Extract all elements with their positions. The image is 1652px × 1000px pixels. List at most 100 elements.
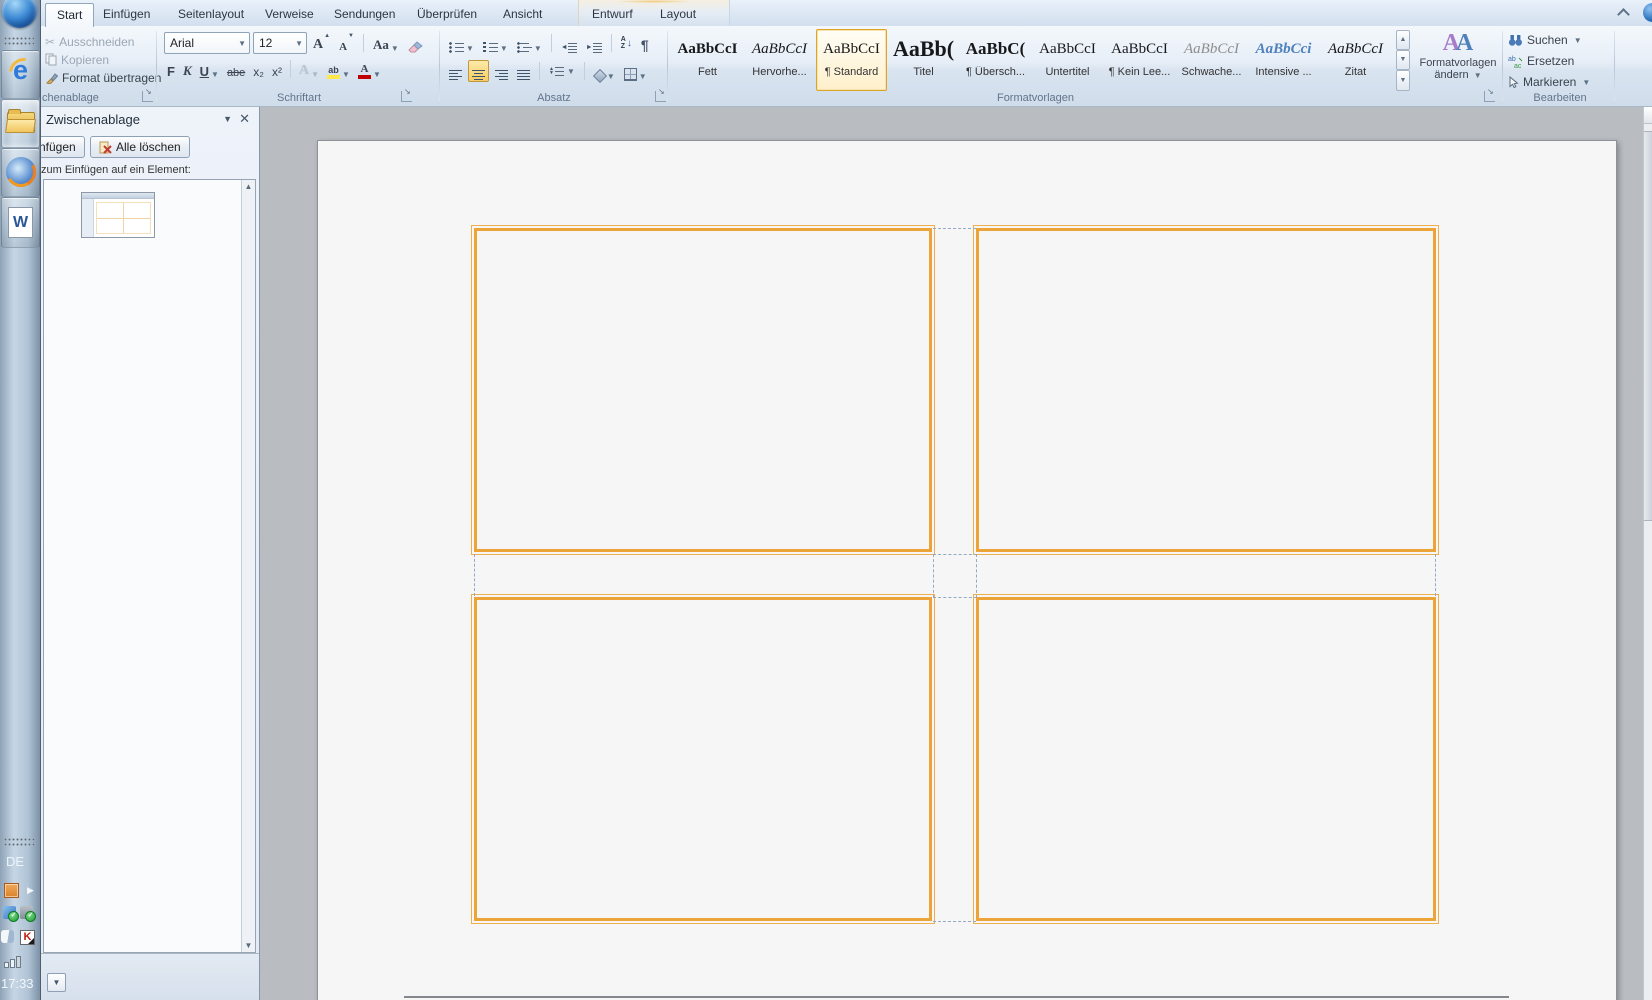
style-item-ueberschrift[interactable]: AaBbC( ¶ Übersch... — [960, 29, 1031, 91]
justify-icon — [517, 69, 530, 81]
styles-scroll-down-button[interactable]: ▼ — [1396, 50, 1410, 70]
decrease-indent-button[interactable]: ◄ — [558, 33, 580, 53]
borders-button[interactable]: ▼ — [621, 61, 650, 81]
clipboard-dialog-launcher[interactable]: ↘ — [142, 91, 153, 102]
word-taskbar-button[interactable]: W — [1, 197, 40, 248]
tab-seitenlayout[interactable]: Seitenlayout — [167, 3, 255, 26]
tab-ueberpruefen[interactable]: Überprüfen — [406, 3, 488, 26]
page-bottom-rule — [404, 996, 1509, 998]
text-effects-button[interactable]: A▼ — [296, 59, 322, 79]
align-right-button[interactable] — [492, 61, 511, 81]
label-cell-top-left[interactable] — [474, 228, 932, 552]
superscript-button[interactable]: x² — [269, 59, 285, 79]
replace-button[interactable]: abac Ersetzen — [1508, 52, 1574, 70]
show-marks-button[interactable]: ¶ — [638, 33, 652, 53]
styles-dialog-launcher[interactable]: ↘ — [1484, 91, 1495, 102]
sort-button[interactable]: AZ ↓ — [618, 33, 635, 53]
paragraph-dialog-launcher[interactable]: ↘ — [655, 91, 666, 102]
tab-verweise[interactable]: Verweise — [254, 3, 325, 26]
format-painter-button[interactable]: Format übertragen — [45, 69, 161, 86]
styles-more-button[interactable]: ▼ — [1396, 70, 1410, 91]
font-dialog-launcher[interactable]: ↘ — [401, 91, 412, 102]
underline-button[interactable]: U▼ — [197, 59, 222, 79]
cut-button[interactable]: ✂ Ausschneiden — [45, 33, 134, 50]
clipboard-item-thumbnail[interactable] — [81, 192, 155, 238]
bullets-button[interactable]: ▼ — [446, 33, 477, 53]
firefox-taskbar-button[interactable] — [1, 148, 40, 197]
scroll-up-icon[interactable]: ▲ — [242, 182, 255, 191]
tray-package-icon[interactable] — [4, 883, 19, 898]
explorer-taskbar-button[interactable] — [1, 99, 40, 148]
tray-usb-icon[interactable]: ✓ — [20, 906, 33, 919]
start-button[interactable] — [2, 0, 37, 28]
align-left-button[interactable] — [446, 61, 465, 81]
document-page[interactable] — [317, 140, 1617, 1000]
style-item-hervorhebung[interactable]: AaBbCcI Hervorhe... — [744, 29, 815, 91]
tray-sync-icon[interactable]: ✓ — [3, 906, 16, 919]
highlight-button[interactable]: ab ▼ — [324, 59, 353, 79]
ie-taskbar-button[interactable]: e — [1, 50, 40, 99]
clock[interactable]: 17:33 — [1, 976, 34, 991]
tab-ansicht[interactable]: Ansicht — [492, 3, 553, 26]
style-item-fett[interactable]: AaBbCcI Fett — [672, 29, 743, 91]
scrollbar-top-button[interactable] — [1644, 107, 1652, 124]
tray-antivirus-icon[interactable]: K — [20, 930, 35, 945]
tab-start[interactable]: Start — [45, 3, 94, 27]
bold-button[interactable]: F — [164, 59, 178, 79]
label-cell-top-right[interactable] — [976, 228, 1436, 552]
scrollbar-thumb[interactable] — [1644, 131, 1652, 521]
copy-button[interactable]: Kopieren — [45, 51, 109, 68]
label-cell-bottom-right[interactable] — [976, 597, 1436, 921]
tab-einfuegen[interactable]: Einfügen — [92, 3, 161, 26]
vertical-scrollbar[interactable] — [1643, 107, 1652, 1000]
grow-font-button[interactable]: A▲ — [310, 33, 333, 53]
label-cell-bottom-left[interactable] — [474, 597, 932, 921]
styles-scroll-up-button[interactable]: ▲ — [1396, 30, 1410, 50]
tab-sendungen[interactable]: Sendungen — [323, 3, 406, 26]
tab-entwurf[interactable]: Entwurf — [581, 3, 644, 26]
tray-expand-icon[interactable]: ▶ — [27, 885, 34, 896]
clear-all-button[interactable]: Alle löschen — [90, 136, 190, 158]
taskbar-grip[interactable] — [4, 37, 36, 46]
clipboard-group-label: chenablage — [42, 92, 157, 104]
increase-indent-button[interactable]: ► — [583, 33, 605, 53]
find-button[interactable]: Suchen ▼ — [1508, 31, 1582, 49]
style-item-kein-leerraum[interactable]: AaBbCcI ¶ Kein Lee... — [1104, 29, 1175, 91]
change-styles-button[interactable]: AA Formatvorlagen ändern ▼ — [1415, 30, 1501, 92]
shading-button[interactable]: ▼ — [591, 61, 618, 81]
align-center-button[interactable] — [468, 60, 489, 82]
shrink-font-button[interactable]: A▼ — [336, 33, 357, 53]
help-button[interactable] — [1643, 3, 1652, 22]
taskbar-grip[interactable] — [4, 838, 36, 847]
font-color-button[interactable]: A ▼ — [355, 59, 384, 79]
scroll-down-icon[interactable]: ▼ — [242, 941, 255, 950]
line-spacing-button[interactable]: ▲▼ ▼ — [546, 61, 578, 81]
clear-formatting-button[interactable] — [405, 33, 427, 53]
style-item-zitat[interactable]: AaBbCcI Zitat — [1320, 29, 1391, 91]
strikethrough-button[interactable]: abe — [224, 59, 248, 79]
tab-layout[interactable]: Layout — [649, 3, 707, 26]
network-icon[interactable] — [4, 956, 21, 968]
style-item-titel[interactable]: AaBb( Titel — [888, 29, 959, 91]
font-name-combo[interactable]: Arial▼ — [164, 32, 250, 54]
multilevel-list-button[interactable]: ▼ — [514, 33, 545, 53]
change-case-button[interactable]: Aa▼ — [370, 33, 402, 53]
style-item-intensive-hervorhebung[interactable]: AaBbCci Intensive ... — [1248, 29, 1319, 91]
justify-button[interactable] — [514, 61, 533, 81]
task-pane-menu-icon[interactable]: ▼ — [223, 114, 232, 124]
tray-app-icon[interactable] — [1, 930, 14, 943]
language-indicator[interactable]: DE — [6, 854, 24, 869]
subscript-button[interactable]: x₂ — [250, 59, 267, 79]
italic-button[interactable]: K — [180, 59, 195, 79]
style-item-standard[interactable]: AaBbCcI ¶ Standard — [816, 29, 887, 91]
options-dropdown-button[interactable]: ▼ — [47, 973, 66, 992]
task-pane-scrollbar[interactable]: ▲ ▼ — [241, 180, 255, 952]
style-item-untertitel[interactable]: AaBbCcI Untertitel — [1032, 29, 1103, 91]
select-button[interactable]: Markieren ▼ — [1508, 73, 1590, 91]
ribbon-collapse-button[interactable] — [1614, 6, 1632, 21]
numbering-button[interactable]: ▼ — [480, 33, 511, 53]
close-icon[interactable]: ✕ — [239, 111, 250, 127]
font-size-combo[interactable]: 12▼ — [253, 32, 307, 54]
style-item-schwache-hervorhebung[interactable]: AaBbCcI Schwache... — [1176, 29, 1247, 91]
chevron-down-icon: ▼ — [534, 44, 542, 53]
